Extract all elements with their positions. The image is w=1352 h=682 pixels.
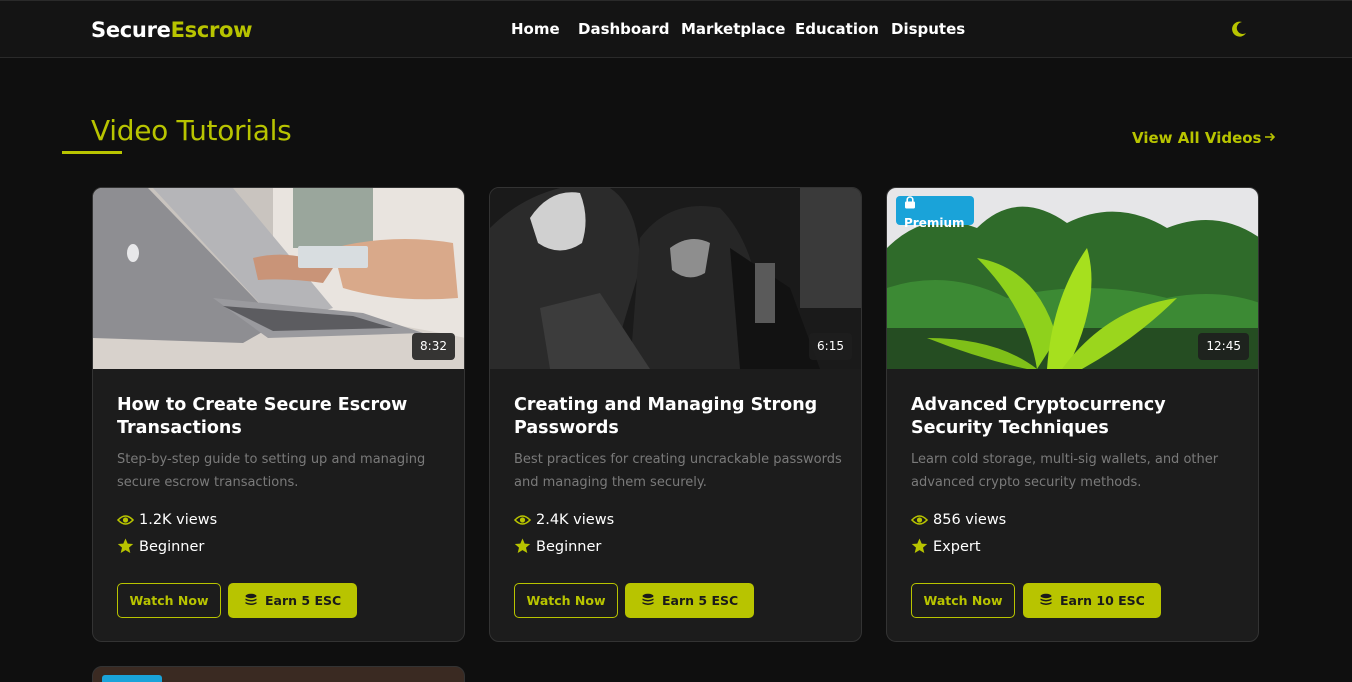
watch-now-button[interactable]: Watch Now [514,583,618,618]
premium-badge-partial [102,675,162,682]
brand-logo[interactable]: SecureEscrow [91,18,253,42]
video-level: Expert [911,538,981,555]
video-card-partial[interactable] [92,666,465,682]
level-label: Beginner [139,539,205,555]
earn-label: Earn 5 ESC [662,593,739,608]
coins-icon [1040,593,1052,605]
nav-link-disputes[interactable]: Disputes [891,20,965,38]
level-label: Expert [933,539,981,555]
video-thumbnail[interactable]: Premium 12:45 [887,188,1258,369]
video-thumbnail[interactable]: 6:15 [490,188,861,369]
section-title: Video Tutorials [91,114,292,147]
video-card: Premium 12:45 Advanced Cryptocurrency Se… [886,187,1259,642]
brand-name-part2: Escrow [170,18,253,42]
earn-label: Earn 5 ESC [265,593,342,608]
coins-icon [642,593,654,605]
earn-button[interactable]: Earn 5 ESC [228,583,358,618]
arrow-right-icon [1264,129,1276,147]
view-all-videos-link[interactable]: View All Videos [1132,129,1276,147]
star-icon [117,538,134,553]
video-duration: 6:15 [809,333,852,360]
nav-link-education[interactable]: Education [795,20,879,38]
video-thumbnail[interactable]: 8:32 [93,188,464,369]
watch-now-button[interactable]: Watch Now [117,583,221,618]
video-views: 856 views [910,512,1007,528]
eye-icon [513,515,532,525]
nav-link-marketplace[interactable]: Marketplace [681,20,785,38]
video-title[interactable]: How to Create Secure Escrow Transactions [117,394,447,440]
premium-label: Premium [904,216,965,230]
video-description: Step-by-step guide to setting up and man… [117,452,426,490]
premium-badge: Premium [896,196,974,230]
video-description: Learn cold storage, multi-sig wallets, a… [911,452,1219,490]
video-title[interactable]: Creating and Managing Strong Passwords [514,394,844,440]
watch-now-button[interactable]: Watch Now [911,583,1015,618]
views-count: 856 views [933,512,1007,528]
earn-label: Earn 10 ESC [1060,593,1145,608]
video-card: 6:15 Creating and Managing Strong Passwo… [489,187,862,642]
eye-icon [116,515,135,525]
video-card: 8:32 How to Create Secure Escrow Transac… [92,187,465,642]
nav-link-home[interactable]: Home [511,20,560,38]
coins-icon [245,593,257,605]
star-icon [514,538,531,553]
views-count: 1.2K views [139,512,218,528]
video-views: 2.4K views [513,512,615,528]
video-level: Beginner [514,538,601,555]
earn-button[interactable]: Earn 5 ESC [625,583,755,618]
moon-icon[interactable] [1229,19,1249,39]
video-views: 1.2K views [116,512,218,528]
level-label: Beginner [536,539,602,555]
brand-name-part1: Secure [91,18,171,42]
video-level: Beginner [117,538,204,555]
eye-icon [910,515,929,525]
video-title[interactable]: Advanced Cryptocurrency Security Techniq… [911,394,1241,440]
views-count: 2.4K views [536,512,615,528]
nav-link-dashboard[interactable]: Dashboard [578,20,669,38]
earn-button[interactable]: Earn 10 ESC [1023,583,1161,618]
video-description: Best practices for creating uncrackable … [514,452,842,490]
title-underline [62,151,122,154]
video-duration: 8:32 [412,333,455,360]
view-all-label: View All Videos [1132,129,1262,147]
lock-icon [905,196,915,209]
navbar: SecureEscrow Home Dashboard Marketplace … [0,0,1352,58]
star-icon [911,538,928,553]
video-duration: 12:45 [1198,333,1249,360]
